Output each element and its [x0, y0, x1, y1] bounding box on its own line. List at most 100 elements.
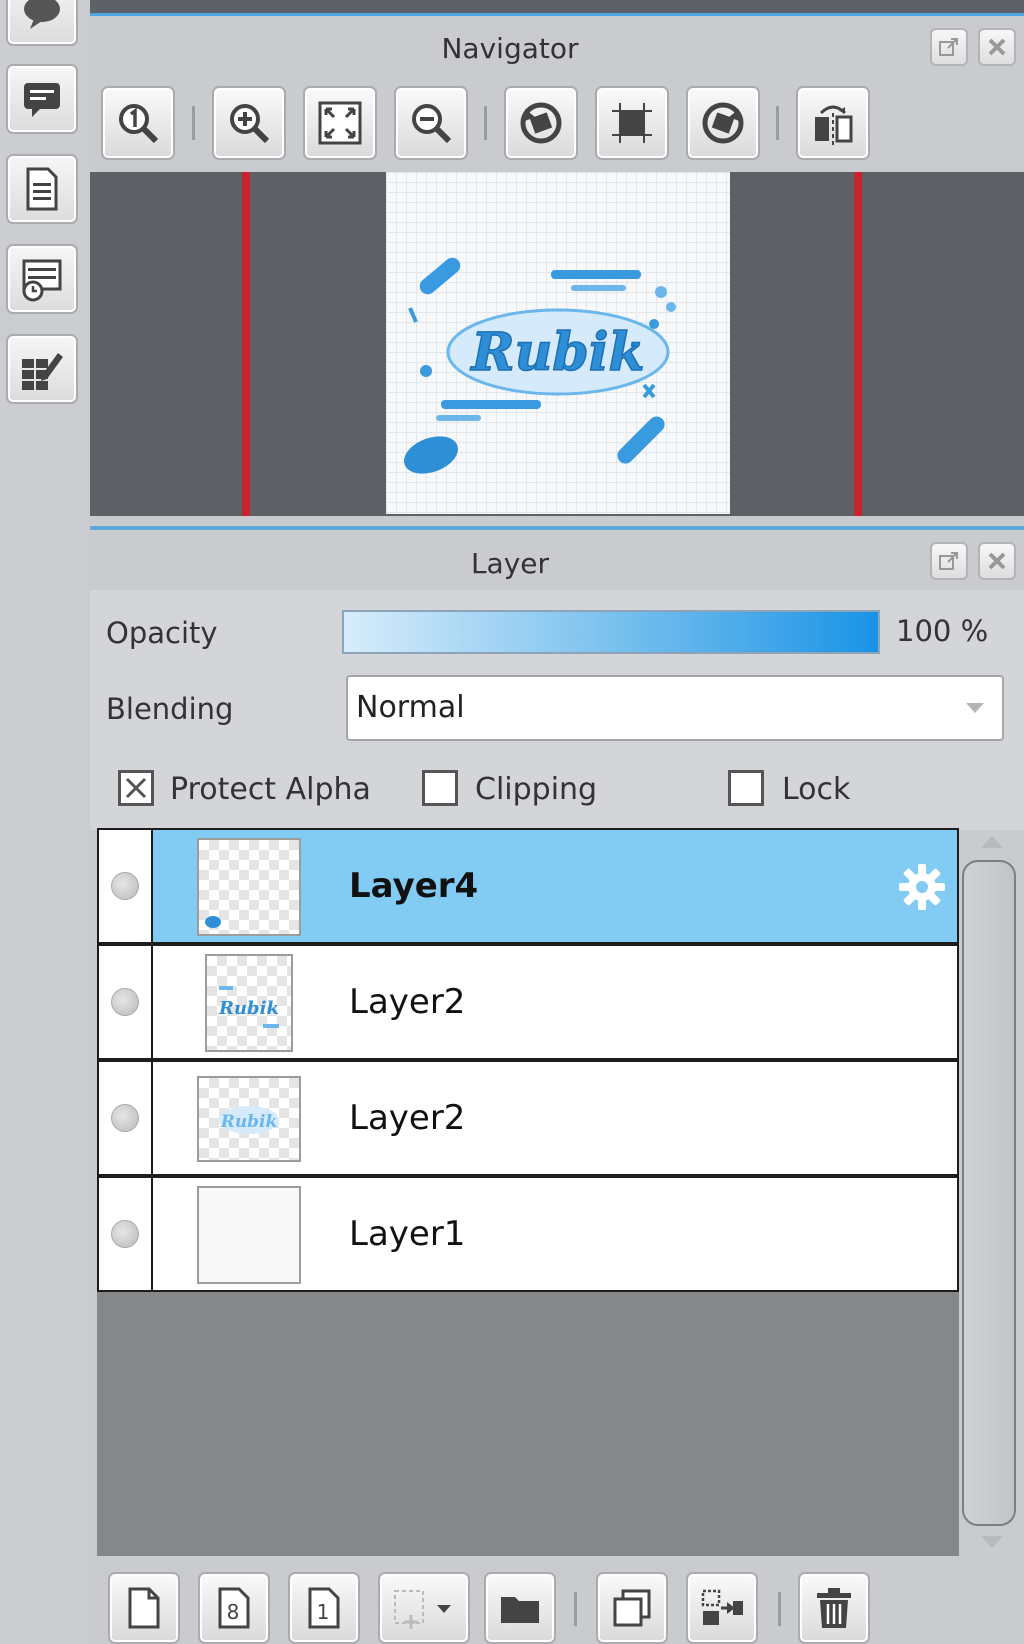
zoom-in-icon: [230, 104, 270, 144]
visibility-toggle[interactable]: [99, 830, 153, 942]
blending-mode-value: Normal: [356, 690, 465, 725]
blending-mode-select[interactable]: Normal: [346, 675, 1004, 741]
svg-text:1: 1: [317, 1600, 330, 1624]
toolbar-separator: [484, 106, 487, 140]
new-1bit-layer-button[interactable]: 1: [288, 1572, 360, 1644]
clipping-label[interactable]: Clipping: [475, 772, 597, 807]
layer-thumbnail: [197, 1186, 301, 1284]
layer-row[interactable]: Rubik Layer2: [97, 944, 959, 1060]
visibility-dot-icon: [111, 872, 139, 900]
visibility-toggle[interactable]: [99, 1178, 153, 1290]
layer-thumbnail: Rubik: [205, 954, 293, 1052]
zoom-out-icon: [412, 104, 452, 144]
layer-name: Layer4: [349, 866, 479, 906]
close-icon: [988, 552, 1006, 570]
layer-close-button[interactable]: [978, 542, 1016, 580]
gear-icon[interactable]: [895, 860, 949, 914]
duplicate-layer-button[interactable]: [596, 1572, 668, 1644]
fit-window-button[interactable]: [303, 86, 377, 160]
visibility-dot-icon: [111, 988, 139, 1016]
new-layer-icon: [128, 1587, 160, 1629]
clipping-checkbox[interactable]: [422, 770, 458, 806]
rotate-right-icon: [702, 102, 744, 144]
new-layer-button[interactable]: [108, 1572, 180, 1644]
fit-window-icon: [318, 101, 362, 145]
actual-size-button[interactable]: [101, 86, 175, 160]
toolbar-separator: [192, 106, 195, 140]
view-boundary-left: [242, 172, 250, 516]
add-tone-layer-button[interactable]: [378, 1572, 470, 1644]
history-list-icon[interactable]: [6, 244, 78, 314]
layer-panel-title: Layer: [470, 547, 550, 580]
toolbar-separator: [778, 1592, 781, 1626]
document-icon[interactable]: [6, 154, 78, 224]
svg-text:Rubik: Rubik: [218, 998, 279, 1019]
zoom-out-button[interactable]: [394, 86, 468, 160]
rotate-right-button[interactable]: [686, 86, 760, 160]
rotate-left-button[interactable]: [504, 86, 578, 160]
layer-name: Layer1: [349, 1214, 466, 1254]
layer-name: Layer2: [349, 982, 466, 1022]
speech-bubble-icon[interactable]: [6, 0, 78, 46]
layer-float-button[interactable]: [930, 542, 968, 580]
navigator-preview[interactable]: Rubik: [90, 172, 1024, 516]
scroll-up-arrow[interactable]: [981, 836, 1003, 848]
artwork-title: Rubik: [469, 322, 644, 383]
visibility-toggle[interactable]: [99, 946, 153, 1058]
navigator-title: Navigator: [441, 32, 579, 65]
popout-icon: [939, 38, 958, 56]
lock-checkbox[interactable]: [728, 770, 764, 806]
close-icon: [988, 38, 1006, 56]
canvas-artwork: Rubik: [404, 257, 676, 474]
layer-thumbnail: [197, 838, 301, 936]
merge-down-icon: [701, 1589, 743, 1625]
layer-row[interactable]: Layer4: [97, 828, 959, 944]
layer-8bit-icon: 8: [218, 1587, 250, 1629]
protect-alpha-checkbox[interactable]: [118, 770, 154, 806]
merge-layer-button[interactable]: [686, 1572, 758, 1644]
view-boundary-right: [854, 172, 862, 516]
layer-row[interactable]: Rubik Layer2: [97, 1060, 959, 1176]
layer-row[interactable]: Layer1: [97, 1176, 959, 1292]
opacity-label: Opacity: [106, 616, 218, 650]
layer-1bit-icon: 1: [308, 1587, 340, 1629]
svg-text:8: 8: [227, 1600, 240, 1624]
checkmark-x-icon: [125, 777, 147, 799]
flip-horizontal-icon: [815, 105, 853, 145]
trash-icon: [817, 1588, 851, 1628]
panel-top-bar: [90, 0, 1024, 16]
folder-icon: [501, 1597, 539, 1623]
lock-label[interactable]: Lock: [782, 772, 850, 807]
zoom-in-button[interactable]: [212, 86, 286, 160]
navigator-close-button[interactable]: [978, 28, 1016, 66]
svg-text:Rubik: Rubik: [220, 1112, 278, 1132]
panel-divider: [90, 526, 1024, 530]
zoom-actual-size-icon: [119, 104, 159, 144]
layer-thumbnail: Rubik: [197, 1076, 301, 1162]
flip-horizontal-button[interactable]: [796, 86, 870, 160]
toolbar-separator: [574, 1592, 577, 1626]
new-8bit-layer-button[interactable]: 8: [198, 1572, 270, 1644]
duplicate-icon: [613, 1589, 651, 1627]
rotate-left-icon: [520, 102, 562, 144]
reset-rotation-button[interactable]: [595, 86, 669, 160]
comment-icon[interactable]: [6, 64, 78, 134]
layer-list: Layer4 Rubik Layer2 Rubik Layer2 Layer1: [97, 828, 959, 1556]
popout-icon: [939, 552, 958, 570]
toolbar-separator: [776, 106, 779, 140]
edit-properties-icon[interactable]: [6, 334, 78, 404]
layer-name: Layer2: [349, 1098, 466, 1138]
delete-layer-button[interactable]: [798, 1572, 870, 1644]
scroll-down-arrow[interactable]: [981, 1536, 1003, 1548]
opacity-slider[interactable]: [342, 610, 880, 654]
opacity-value: 100 %: [896, 614, 989, 648]
add-layer-dropdown-icon: [394, 1590, 451, 1629]
reset-rotation-icon: [612, 103, 652, 143]
visibility-toggle[interactable]: [99, 1062, 153, 1174]
layer-list-scrollbar[interactable]: [962, 860, 1016, 1526]
new-folder-button[interactable]: [484, 1572, 556, 1644]
protect-alpha-label[interactable]: Protect Alpha: [170, 772, 371, 807]
navigator-float-button[interactable]: [930, 28, 968, 66]
chevron-down-icon: [966, 703, 984, 713]
canvas-thumbnail: Rubik: [386, 172, 730, 514]
